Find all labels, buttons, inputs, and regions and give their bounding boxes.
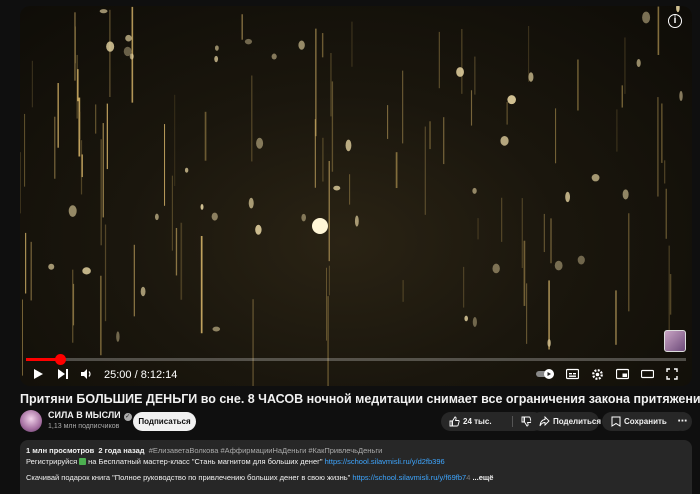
theater-icon[interactable] <box>641 368 654 380</box>
light-particle <box>255 224 262 235</box>
light-particle <box>106 41 115 52</box>
light-particle <box>214 45 219 51</box>
bookmark-icon <box>611 416 621 427</box>
light-particle <box>271 53 277 60</box>
light-particle <box>472 316 477 327</box>
miniplayer-icon[interactable] <box>616 368 629 380</box>
video-frame-golden-rain <box>20 6 683 386</box>
subtitles-icon[interactable] <box>566 368 579 380</box>
light-particle <box>200 204 204 210</box>
light-particle <box>248 197 254 209</box>
more-actions-button[interactable]: ⋯ <box>673 412 692 431</box>
light-particle <box>244 38 253 45</box>
subscribe-button[interactable]: Подписаться <box>133 412 196 431</box>
video-player[interactable]: i 25:00 / 8:12:14 <box>20 6 692 386</box>
save-label: Сохранить <box>624 417 667 426</box>
light-particle <box>528 72 534 82</box>
light-particle <box>507 95 516 105</box>
light-particle <box>577 255 585 265</box>
light-particle <box>301 213 306 222</box>
settings-icon[interactable] <box>591 368 604 381</box>
play-icon[interactable] <box>32 368 44 380</box>
hashtags[interactable]: #ЕлизаветаВолкова #АффирмацииНаДеньги #К… <box>149 446 383 455</box>
light-particle <box>345 139 352 152</box>
light-particle <box>214 55 219 63</box>
subscriber-count: 1,13 млн подписчиков <box>48 423 120 430</box>
light-particle <box>256 137 264 149</box>
light-particle <box>211 212 218 221</box>
light-particle <box>82 267 91 275</box>
gift-book-link[interactable]: https://school.silavmisli.ru/y/f69fb7 <box>352 473 466 482</box>
masterclass-text: на Бесплатный мастер-класс "Стань магнит… <box>88 456 323 466</box>
progress-bar[interactable] <box>26 354 686 365</box>
light-particle <box>636 59 641 68</box>
masterclass-link[interactable]: https://school.silavmisli.ru/y/d2fb396 <box>325 457 445 466</box>
green-square-icon <box>79 457 87 465</box>
light-particle <box>547 339 551 347</box>
timecode: 25:00 / 8:12:14 <box>104 369 178 381</box>
info-icon[interactable]: i <box>668 14 682 28</box>
light-particle <box>354 215 359 227</box>
share-label: Поделиться <box>553 417 602 426</box>
fullscreen-icon[interactable] <box>666 368 678 380</box>
like-count[interactable]: 24 тыс. <box>463 412 492 431</box>
light-particle <box>676 6 680 13</box>
description-line-1: Регистрируйся на Бесплатный мастер-класс … <box>26 457 686 468</box>
light-particle <box>184 167 189 173</box>
verified-icon: ✓ <box>123 413 132 421</box>
light-particle <box>642 11 651 24</box>
light-particle <box>154 213 159 221</box>
avatar[interactable] <box>20 410 42 432</box>
description-box[interactable]: 1 млн просмотров 2 года назад #Елизавета… <box>20 440 692 494</box>
light-particle <box>500 135 509 146</box>
light-particle <box>492 263 500 274</box>
light-particle <box>123 46 132 57</box>
channel-watermark[interactable] <box>664 330 686 352</box>
video-title: Притяни БОЛЬШИЕ ДЕНЬГИ во сне. 8 ЧАСОВ н… <box>20 392 700 406</box>
light-particle <box>116 331 120 342</box>
light-particle <box>456 67 464 77</box>
light-particle <box>298 40 305 50</box>
light-particle <box>554 260 563 271</box>
light-particle <box>472 187 477 194</box>
light-particle <box>140 286 146 297</box>
autoplay-toggle[interactable] <box>536 369 556 379</box>
light-particle <box>565 191 571 203</box>
share-icon <box>539 416 550 427</box>
light-particle <box>212 326 221 332</box>
channel-row: СИЛА В МЫСЛИ ✓ 1,13 млн подписчиков Подпи… <box>20 409 692 435</box>
show-more-link[interactable]: ...ещё <box>472 473 493 482</box>
channel-name[interactable]: СИЛА В МЫСЛИ ✓ <box>48 410 132 421</box>
share-button[interactable]: Поделиться <box>531 412 602 431</box>
description-line-2: Скачивай подарок книга "Полное руководст… <box>26 473 686 484</box>
light-particle <box>333 185 341 191</box>
center-glow <box>312 218 328 234</box>
volume-icon[interactable] <box>80 368 92 380</box>
like-icon[interactable] <box>449 416 460 427</box>
light-particle <box>464 315 468 322</box>
channel-name-text[interactable]: СИЛА В МЫСЛИ <box>48 410 121 420</box>
like-dislike-group: 24 тыс. <box>441 412 543 431</box>
view-count: 1 млн просмотров <box>26 446 95 455</box>
divider <box>512 416 513 427</box>
light-particle <box>622 189 629 200</box>
gift-book-text: Скачивай подарок книга "Полное руководст… <box>26 473 351 482</box>
light-particle <box>679 90 683 102</box>
description-meta: 1 млн просмотров 2 года назад #Елизавета… <box>26 446 686 457</box>
link-fade: 4 <box>466 473 471 482</box>
light-particle <box>68 205 77 217</box>
player-controls: 25:00 / 8:12:14 <box>20 364 692 386</box>
light-particle <box>48 263 55 270</box>
time-current: 25:00 <box>104 369 132 381</box>
upload-age: 2 года назад <box>98 446 145 455</box>
light-particle <box>591 174 600 182</box>
next-icon[interactable] <box>57 368 69 380</box>
light-particle <box>125 34 132 42</box>
light-particle <box>99 9 108 14</box>
time-total: 8:12:14 <box>140 369 178 381</box>
register-text: Регистрируйся <box>26 456 78 466</box>
